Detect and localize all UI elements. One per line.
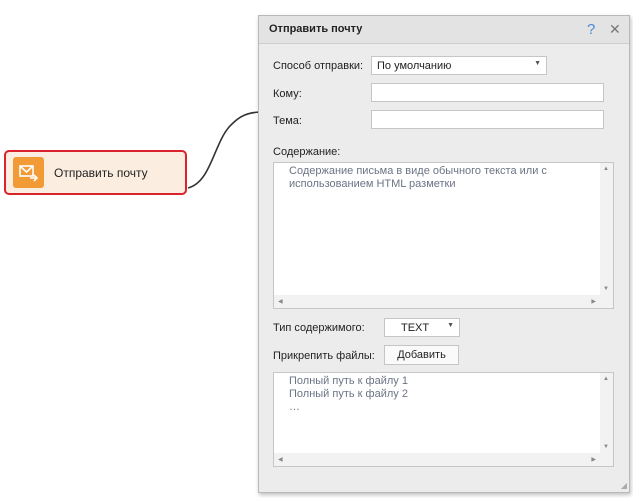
send-method-value: По умолчанию xyxy=(377,60,452,72)
file-item: Полный путь к файлу 2 xyxy=(289,388,408,400)
send-mail-node[interactable]: Отправить почту xyxy=(4,150,187,195)
content-type-value: TEXT xyxy=(401,322,430,334)
content-label: Содержание: xyxy=(273,146,341,158)
scroll-down-icon[interactable]: ▼ xyxy=(603,286,609,292)
content-type-label: Тип содержимого: xyxy=(273,322,365,334)
to-field[interactable] xyxy=(371,83,604,102)
mail-send-icon xyxy=(13,157,44,188)
subject-label: Тема: xyxy=(273,115,302,127)
scroll-up-icon[interactable]: ▲ xyxy=(603,376,609,382)
content-horizontal-scrollbar[interactable]: ◀ ▶ xyxy=(274,295,600,308)
files-horizontal-scrollbar[interactable]: ◀ ▶ xyxy=(274,453,600,466)
chevron-down-icon: ▼ xyxy=(447,322,454,329)
files-vertical-scrollbar[interactable]: ▲ ▼ xyxy=(600,373,613,453)
help-icon[interactable]: ? xyxy=(587,21,595,38)
scroll-right-icon[interactable]: ▶ xyxy=(591,456,596,463)
send-method-label: Способ отправки: xyxy=(273,60,364,72)
add-file-button[interactable]: Добавить xyxy=(384,345,459,365)
send-method-select[interactable]: По умолчанию ▼ xyxy=(371,56,547,75)
scroll-down-icon[interactable]: ▼ xyxy=(603,444,609,450)
scroll-left-icon[interactable]: ◀ xyxy=(278,456,283,463)
files-list-content: Полный путь к файлу 1 Полный путь к файл… xyxy=(289,375,593,414)
node-label: Отправить почту xyxy=(54,165,148,180)
close-icon[interactable]: ✕ xyxy=(609,21,621,38)
resize-grip-icon[interactable]: ◢ xyxy=(621,481,627,490)
send-mail-dialog: Отправить почту ? ✕ Способ отправки: По … xyxy=(258,15,630,493)
file-item: … xyxy=(289,401,300,413)
subject-field[interactable] xyxy=(371,110,604,129)
attach-files-label: Прикрепить файлы: xyxy=(273,350,375,362)
scroll-left-icon[interactable]: ◀ xyxy=(278,298,283,305)
scroll-corner xyxy=(600,295,613,308)
files-list[interactable]: Полный путь к файлу 1 Полный путь к файл… xyxy=(273,372,614,467)
chevron-down-icon: ▼ xyxy=(534,60,541,67)
content-type-select[interactable]: TEXT ▼ xyxy=(384,318,460,337)
content-placeholder: Содержание письма в виде обычного текста… xyxy=(289,165,547,190)
dialog-titlebar[interactable]: Отправить почту ? ✕ xyxy=(259,16,629,44)
scroll-right-icon[interactable]: ▶ xyxy=(591,298,596,305)
content-textarea[interactable]: Содержание письма в виде обычного текста… xyxy=(273,162,614,309)
content-vertical-scrollbar[interactable]: ▲ ▼ xyxy=(600,163,613,295)
scroll-up-icon[interactable]: ▲ xyxy=(603,166,609,172)
to-label: Кому: xyxy=(273,88,302,100)
dialog-title: Отправить почту xyxy=(269,23,363,35)
file-item: Полный путь к файлу 1 xyxy=(289,375,408,387)
scroll-corner xyxy=(600,453,613,466)
